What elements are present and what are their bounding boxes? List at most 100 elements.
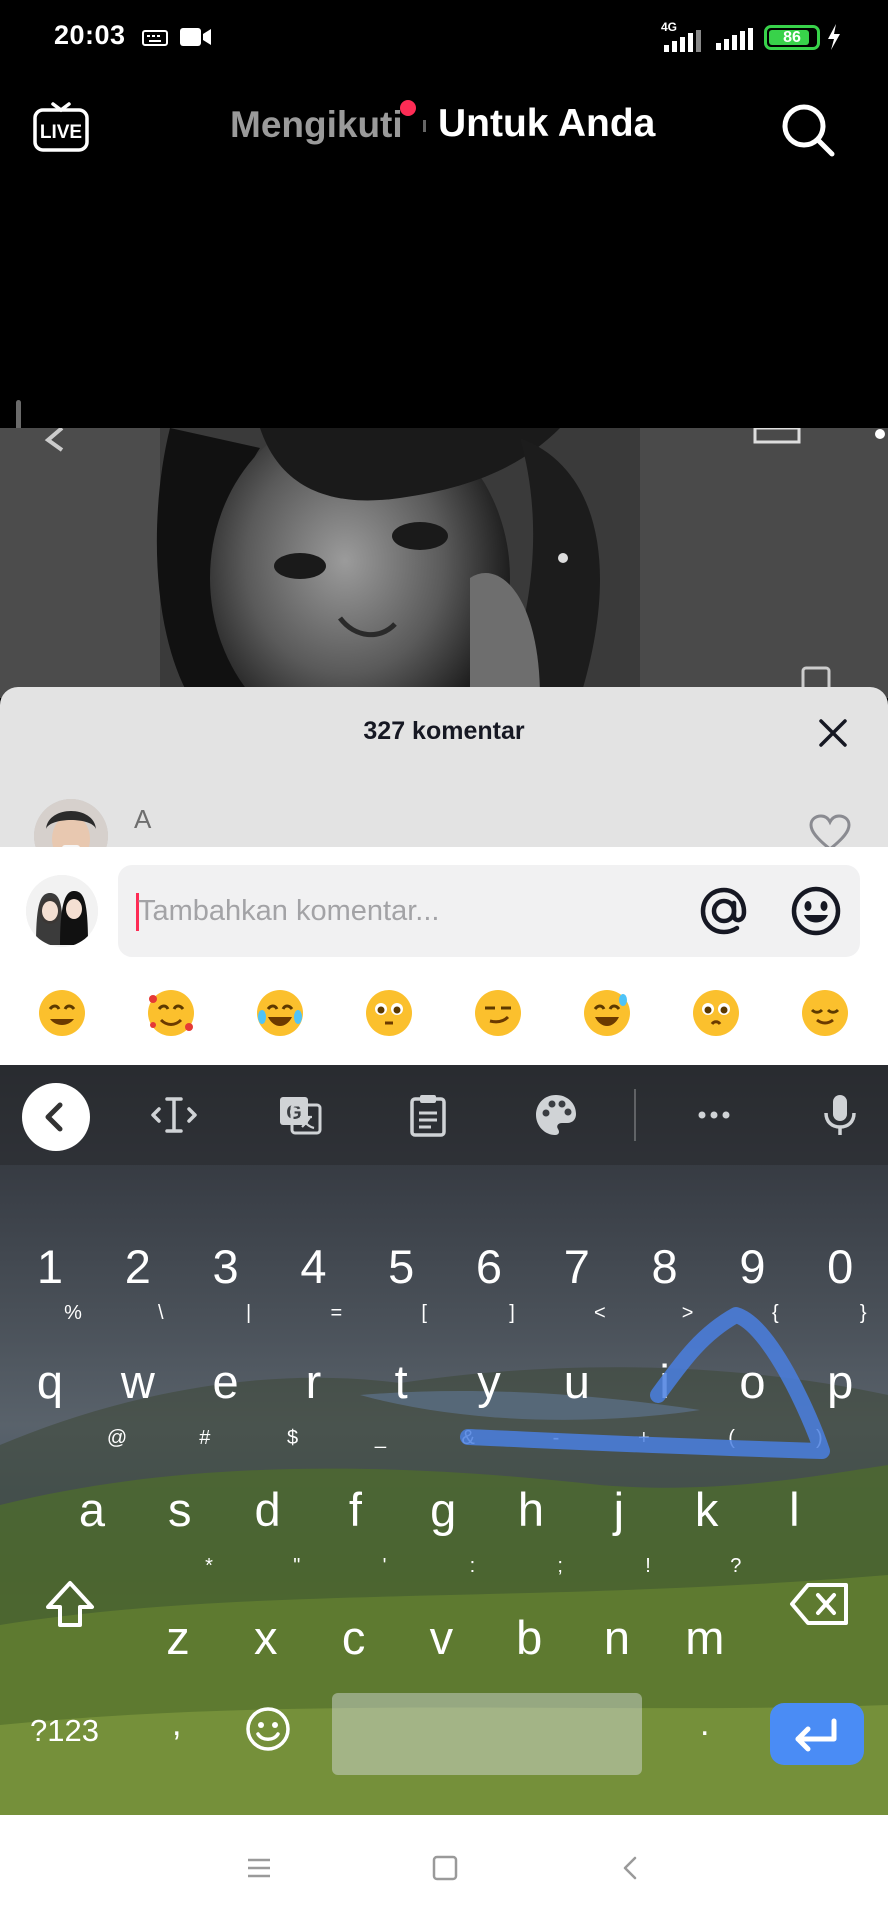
key-v[interactable]: v xyxy=(411,1603,471,1673)
close-icon[interactable] xyxy=(813,713,853,753)
key-a[interactable]: a xyxy=(62,1475,122,1545)
video-recording-icon xyxy=(180,28,211,46)
battery-percent: 86 xyxy=(783,29,801,46)
key-3[interactable]: 3 xyxy=(196,1232,256,1302)
video-player[interactable] xyxy=(0,428,888,698)
heart-icon[interactable] xyxy=(808,813,852,847)
key-s[interactable]: s xyxy=(150,1475,210,1545)
smiling-face-hearts-emoji[interactable] xyxy=(145,987,197,1039)
key-r[interactable]: r xyxy=(283,1347,343,1417)
key-hint-symbol: @ xyxy=(106,1427,128,1449)
emoji-smile-icon[interactable] xyxy=(790,885,842,937)
enter-arrow-icon xyxy=(795,1718,837,1752)
key-hint-symbol: [ xyxy=(421,1302,427,1324)
live-tv-icon[interactable]: LIVE xyxy=(32,98,90,154)
period-key[interactable]: . xyxy=(700,1705,709,1744)
battery-indicator: 86 xyxy=(764,25,820,50)
key-c[interactable]: c xyxy=(324,1603,384,1673)
top-navigation: LIVE Mengikuti Untuk Anda xyxy=(0,74,888,174)
key-z[interactable]: z xyxy=(148,1603,208,1673)
key-2[interactable]: 2 xyxy=(108,1232,168,1302)
video-thumbnail-image xyxy=(0,428,888,698)
key-m[interactable]: m xyxy=(675,1603,735,1673)
key-8[interactable]: 8 xyxy=(635,1232,695,1302)
key-e[interactable]: e xyxy=(196,1347,256,1417)
soft-keyboard: G 1 2 3 4 5 6 7 8 9 0 q% w \ e | r = t [y] u < i > o {p} a @ s # d $ f _… xyxy=(0,1065,888,1815)
comment-author-name[interactable]: A xyxy=(134,804,151,835)
tears-of-joy-emoji[interactable] xyxy=(254,987,306,1039)
key-1[interactable]: 1 xyxy=(20,1232,80,1302)
menu-recents-icon[interactable] xyxy=(246,1857,272,1879)
key-j[interactable]: j xyxy=(589,1475,649,1545)
key-x[interactable]: x xyxy=(236,1603,296,1673)
comment-input-placeholder: Tambahkan komentar... xyxy=(138,895,440,927)
key-hint-symbol: * xyxy=(205,1555,213,1577)
key-d[interactable]: d xyxy=(238,1475,298,1545)
key-hint-symbol: ) xyxy=(816,1427,823,1449)
more-options-icon[interactable] xyxy=(690,1091,738,1139)
key-9[interactable]: 9 xyxy=(722,1232,782,1302)
key-i[interactable]: i xyxy=(635,1347,695,1417)
tab-following[interactable]: Mengikuti xyxy=(230,104,403,146)
key-p[interactable]: p xyxy=(810,1347,870,1417)
key-4[interactable]: 4 xyxy=(283,1232,343,1302)
shift-icon[interactable] xyxy=(42,1577,98,1633)
key-hint-symbol: % xyxy=(64,1302,82,1324)
comment-input[interactable]: Tambahkan komentar... xyxy=(118,865,860,957)
cursor-control-icon[interactable] xyxy=(150,1091,198,1139)
key-7[interactable]: 7 xyxy=(547,1232,607,1302)
comment-compose-area: Tambahkan komentar... xyxy=(0,847,888,1065)
enter-key[interactable] xyxy=(770,1703,864,1765)
key-5[interactable]: 5 xyxy=(371,1232,431,1302)
theme-palette-icon[interactable] xyxy=(532,1091,580,1139)
key-f[interactable]: f xyxy=(325,1475,385,1545)
key-l[interactable]: l xyxy=(764,1475,824,1545)
grinning-emoji[interactable] xyxy=(36,987,88,1039)
keyboard-collapse-button[interactable] xyxy=(22,1083,90,1151)
key-u[interactable]: u xyxy=(547,1347,607,1417)
home-icon[interactable] xyxy=(432,1855,458,1881)
backspace-icon[interactable] xyxy=(788,1579,852,1629)
smirk-emoji[interactable] xyxy=(472,987,524,1039)
key-o[interactable]: o xyxy=(722,1347,782,1417)
translate-icon[interactable]: G xyxy=(276,1091,324,1139)
flushed-emoji[interactable] xyxy=(363,987,415,1039)
key-hint-symbol: ] xyxy=(509,1302,515,1324)
key-n[interactable]: n xyxy=(587,1603,647,1673)
clipboard-icon[interactable] xyxy=(404,1091,452,1139)
key-k[interactable]: k xyxy=(677,1475,737,1545)
relieved-emoji[interactable] xyxy=(799,987,851,1039)
key-g[interactable]: g xyxy=(413,1475,473,1545)
status-time: 20:03 xyxy=(54,20,126,50)
key-hint-symbol: ; xyxy=(557,1555,563,1577)
search-icon[interactable] xyxy=(780,102,836,158)
comma-key[interactable]: , xyxy=(172,1705,181,1744)
microphone-icon[interactable] xyxy=(816,1091,864,1139)
key-hint-symbol: > xyxy=(681,1302,694,1324)
key-0[interactable]: 0 xyxy=(810,1232,870,1302)
key-t[interactable]: t xyxy=(371,1347,431,1417)
back-icon[interactable] xyxy=(620,1855,640,1881)
toolbar-divider xyxy=(634,1089,636,1141)
pleading-emoji[interactable] xyxy=(690,987,742,1039)
mention-at-icon[interactable] xyxy=(698,885,750,937)
key-hint-symbol: } xyxy=(859,1302,867,1324)
tab-for-you[interactable]: Untuk Anda xyxy=(438,102,655,146)
key-h[interactable]: h xyxy=(501,1475,561,1545)
space-bar[interactable] xyxy=(332,1693,642,1775)
key-hint-symbol: & xyxy=(461,1427,475,1449)
key-y[interactable]: y xyxy=(459,1347,519,1417)
key-hint-symbol: = xyxy=(330,1302,343,1324)
emoji-key-icon[interactable] xyxy=(244,1705,292,1753)
commenter-avatar[interactable] xyxy=(34,799,108,847)
symbols-key[interactable]: ?123 xyxy=(30,1713,99,1749)
key-b[interactable]: b xyxy=(499,1603,559,1673)
key-6[interactable]: 6 xyxy=(459,1232,519,1302)
key-q[interactable]: q xyxy=(20,1347,80,1417)
sweat-smile-emoji[interactable] xyxy=(581,987,633,1039)
key-hint-symbol: \ xyxy=(158,1302,164,1324)
key-hint-symbol: + xyxy=(637,1427,650,1449)
tab-separator xyxy=(423,120,426,132)
key-w[interactable]: w xyxy=(108,1347,168,1417)
signal-4g-icon xyxy=(664,30,701,52)
